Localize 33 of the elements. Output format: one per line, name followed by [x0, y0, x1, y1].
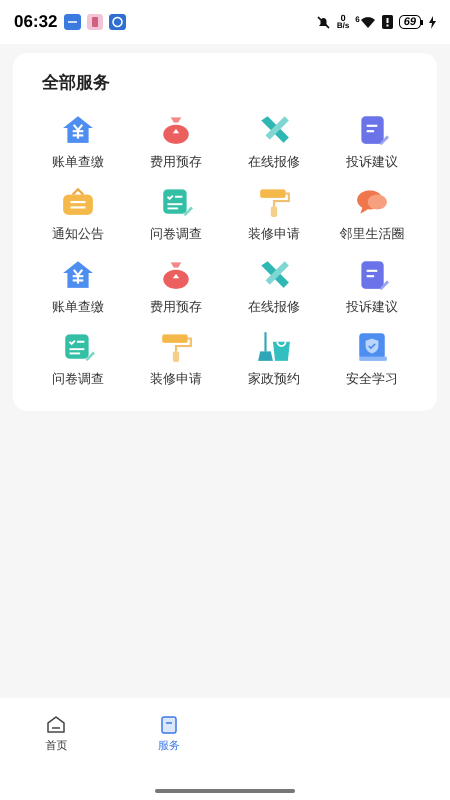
wifi-icon: [360, 16, 376, 28]
broom-bucket-icon: [255, 329, 293, 363]
service-label[interactable]: 装修申请: [150, 369, 202, 388]
app-notification-icon: [64, 14, 82, 30]
service-label[interactable]: 安全学习: [346, 369, 398, 388]
service-label[interactable]: 在线报修: [248, 296, 300, 316]
service-label[interactable]: 费用预存: [150, 296, 202, 316]
service-label[interactable]: 问卷调查: [52, 369, 104, 388]
service-label[interactable]: 邻里生活圈: [340, 224, 404, 244]
service-label[interactable]: 问卷调查: [150, 224, 202, 244]
tab-item[interactable]: 首页: [0, 714, 112, 754]
app-notification-icon: [87, 14, 104, 30]
service-label[interactable]: 投诉建议: [346, 296, 398, 316]
service-label[interactable]: 投诉建议: [346, 152, 398, 171]
service-label[interactable]: 费用预存: [150, 152, 202, 171]
status-time: 06:32: [14, 11, 58, 34]
service-label[interactable]: 在线报修: [248, 152, 300, 171]
service-label[interactable]: 家政预约: [248, 369, 300, 388]
net-speed-value: 0: [340, 14, 346, 22]
service-label[interactable]: 装修申请: [248, 224, 300, 244]
service-label[interactable]: 账单查缴: [52, 152, 104, 171]
home-icon: [45, 714, 68, 736]
alert-icon: [382, 15, 393, 29]
wifi-label: 6: [355, 16, 360, 24]
tab-item[interactable]: 服务: [112, 714, 225, 754]
net-speed-unit: B/s: [336, 22, 350, 30]
charging-icon: [429, 16, 436, 28]
app-notification-icon: [109, 14, 126, 30]
battery-indicator: 69: [398, 15, 423, 29]
service-label[interactable]: 通知公告: [52, 224, 104, 244]
service-label[interactable]: 账单查缴: [52, 296, 104, 316]
bell-muted-icon: [316, 14, 331, 30]
section-title: 全部服务: [42, 72, 111, 94]
